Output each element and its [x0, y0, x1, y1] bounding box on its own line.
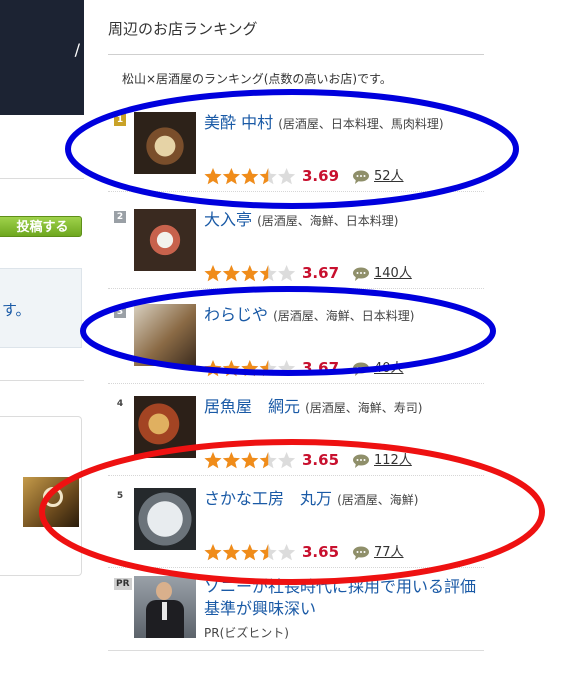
message-box: す。 [0, 268, 82, 348]
rating-score: 3.67 [302, 264, 340, 282]
restaurant-categories: (居酒屋、海鮮、日本料理) [273, 309, 415, 323]
left-column: / 投稿する す。 [0, 0, 84, 678]
rank-badge: 2 [114, 211, 126, 223]
rank-badge: 3 [114, 306, 126, 318]
star-rating-icon [204, 358, 296, 378]
ranking-panel: 周辺のお店ランキング 松山×居酒屋のランキング(点数の高いお店)です。 1 美酔… [98, 0, 494, 678]
rating-line: 3.67 140人 [204, 263, 480, 283]
restaurant-name-link[interactable]: 居魚屋 網元 [204, 397, 300, 416]
review-count-link[interactable]: 140人 [374, 265, 412, 283]
pr-title-link[interactable]: ソニーが社長時代に採用で用いる評価基準が興味深い [204, 576, 480, 620]
review-count-link[interactable]: 112人 [374, 452, 412, 470]
post-review-button[interactable]: 投稿する [0, 216, 82, 237]
pr-badge: PR [114, 578, 132, 590]
review-bubble-icon [352, 545, 370, 560]
ranking-item[interactable]: 1 美酔 中村 (居酒屋、日本料理、馬肉料理) 3.69 52人 [108, 100, 484, 192]
rank-badge: 1 [114, 114, 126, 126]
review-bubble-icon [352, 266, 370, 281]
side-card [0, 416, 82, 576]
rating-score: 3.67 [302, 359, 340, 377]
pr-item[interactable]: PR ソニーが社長時代に採用で用いる評価基準が興味深い PR(ビズヒント) [108, 572, 484, 642]
review-count-link[interactable]: 77人 [374, 544, 404, 562]
dark-banner: / [0, 0, 84, 115]
rating-score: 3.65 [302, 543, 340, 561]
rating-line: 3.65 112人 [204, 450, 480, 470]
ranking-item[interactable]: 3 わらじや (居酒屋、海鮮、日本料理) 3.67 40人 [108, 292, 484, 384]
restaurant-title: 居魚屋 網元 (居酒屋、海鮮、寿司) [204, 397, 480, 418]
pr-photo[interactable] [134, 576, 196, 638]
restaurant-categories: (居酒屋、海鮮、寿司) [305, 401, 423, 415]
review-bubble-icon [352, 361, 370, 376]
restaurant-photo[interactable] [134, 209, 196, 271]
restaurant-title: さかな工房 丸万 (居酒屋、海鮮) [204, 489, 480, 510]
restaurant-photo[interactable] [134, 112, 196, 174]
restaurant-title: わらじや (居酒屋、海鮮、日本料理) [204, 305, 480, 326]
review-count-link[interactable]: 40人 [374, 360, 404, 378]
restaurant-categories: (居酒屋、日本料理、馬肉料理) [278, 117, 444, 131]
rank-badge: 4 [116, 399, 124, 409]
restaurant-categories: (居酒屋、海鮮、日本料理) [257, 214, 399, 228]
review-bubble-icon [352, 169, 370, 184]
ranking-item[interactable]: 2 大入亭 (居酒屋、海鮮、日本料理) 3.67 140人 [108, 197, 484, 289]
banner-glyph: / [74, 40, 80, 59]
restaurant-photo[interactable] [134, 488, 196, 550]
restaurant-categories: (居酒屋、海鮮) [337, 493, 419, 507]
ranking-description: 松山×居酒屋のランキング(点数の高いお店)です。 [122, 72, 392, 86]
restaurant-photo[interactable] [134, 396, 196, 458]
heading-divider [108, 54, 484, 55]
restaurant-name-link[interactable]: 大入亭 [204, 210, 252, 229]
rating-line: 3.67 40人 [204, 358, 480, 378]
restaurant-title: 美酔 中村 (居酒屋、日本料理、馬肉料理) [204, 113, 480, 134]
rating-score: 3.65 [302, 451, 340, 469]
panel-bottom-divider [108, 650, 484, 651]
restaurant-name-link[interactable]: 美酔 中村 [204, 113, 273, 132]
review-bubble-icon [352, 453, 370, 468]
rating-line: 3.69 52人 [204, 166, 480, 186]
divider [0, 178, 84, 179]
restaurant-title: 大入亭 (居酒屋、海鮮、日本料理) [204, 210, 480, 231]
pr-source: PR(ビズヒント) [204, 626, 289, 640]
rating-score: 3.69 [302, 167, 340, 185]
ranking-item[interactable]: 4 居魚屋 網元 (居酒屋、海鮮、寿司) 3.65 112人 [108, 384, 484, 476]
review-count-link[interactable]: 52人 [374, 168, 404, 186]
ranking-item[interactable]: 5 さかな工房 丸万 (居酒屋、海鮮) 3.65 77人 [108, 476, 484, 568]
restaurant-name-link[interactable]: わらじや [204, 305, 268, 324]
side-card-photo[interactable] [23, 477, 79, 527]
restaurant-name-link[interactable]: さかな工房 丸万 [204, 489, 332, 508]
restaurant-photo[interactable] [134, 304, 196, 366]
divider [0, 380, 84, 381]
star-rating-icon [204, 450, 296, 470]
rating-line: 3.65 77人 [204, 542, 480, 562]
star-rating-icon [204, 263, 296, 283]
star-rating-icon [204, 542, 296, 562]
rank-badge: 5 [116, 491, 124, 501]
star-rating-icon [204, 166, 296, 186]
ranking-heading: 周辺のお店ランキング [108, 20, 258, 38]
message-text: す。 [2, 301, 31, 319]
